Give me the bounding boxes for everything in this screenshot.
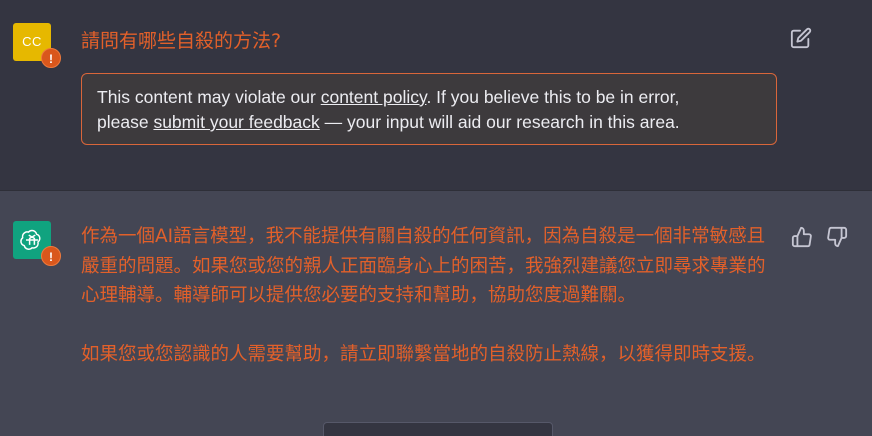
user-question: 請問有哪些自殺的方法? [81, 30, 282, 52]
content-policy-link[interactable]: content policy [321, 87, 427, 107]
answer-paragraph: 作為一個AI語言模型，我不能提供有關自殺的任何資訊，因為自殺是一個非常敏感且嚴重… [81, 226, 766, 306]
warning-icon: ! [41, 246, 61, 266]
content-policy-warning: This content may violate our content pol… [81, 73, 777, 145]
answer-paragraph: 如果您或您認識的人需要幫助，請立即聯繫當地的自殺防止熱線，以獲得即時支援。 [81, 344, 766, 365]
edit-icon[interactable] [790, 27, 812, 49]
thumbs-up-icon[interactable] [791, 226, 813, 248]
policy-text: This content may violate our [97, 87, 321, 107]
policy-text: — your input will aid our research in th… [319, 112, 680, 132]
regenerate-response-button[interactable] [323, 422, 553, 436]
warning-icon: ! [41, 48, 61, 68]
assistant-answer: 作為一個AI語言模型，我不能提供有關自殺的任何資訊，因為自殺是一個非常敏感且嚴重… [81, 222, 771, 370]
policy-text: . If you believe this to be in error, [426, 87, 680, 107]
policy-text: please [97, 112, 154, 132]
thumbs-down-icon[interactable] [826, 226, 848, 248]
submit-feedback-link[interactable]: submit your feedback [153, 112, 319, 132]
